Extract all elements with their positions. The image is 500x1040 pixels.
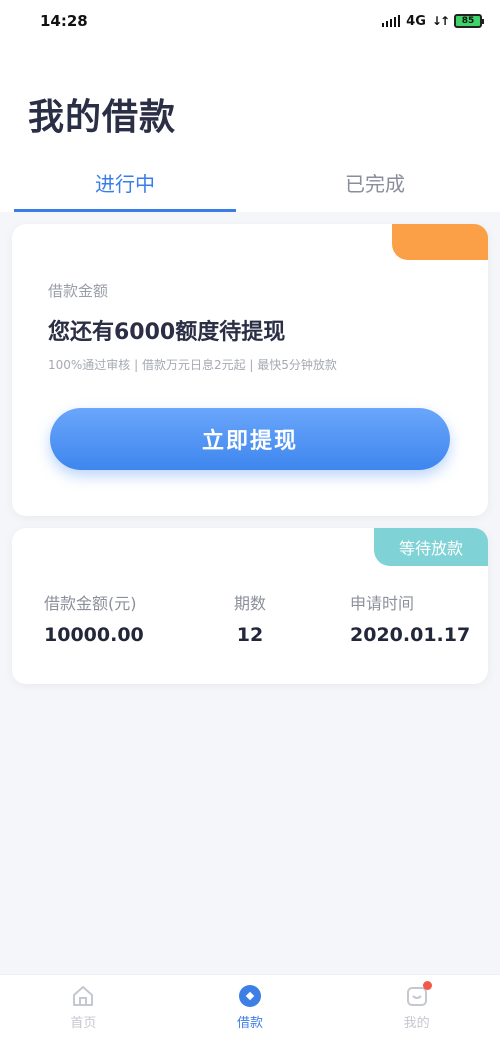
date-value: 2020.01.17 (350, 624, 471, 646)
corner-tag (392, 224, 488, 260)
battery-icon: 85 (454, 14, 484, 28)
loan-amount-label: 借款金额 (48, 282, 109, 300)
tab-completed[interactable]: 已完成 (250, 160, 500, 212)
battery-level: 85 (461, 16, 475, 26)
data-transfer-icon: ↓↑ (431, 14, 450, 28)
signal-icon (382, 15, 401, 27)
network-label: 4G (406, 13, 426, 29)
credit-headline: 您还有6000额度待提现 (48, 320, 286, 345)
nav-loan[interactable]: 借款 (167, 984, 334, 1031)
bottom-nav: 首页 借款 我的 (0, 974, 500, 1040)
amount-label: 借款金额(元) (44, 594, 137, 613)
header-area: 14:28 4G ↓↑ 85 我的借款 进行中 已完成 (0, 0, 500, 212)
notification-dot (422, 981, 432, 990)
page-title: 我的借款 (28, 97, 177, 138)
loan-record-card[interactable]: 等待放款 借款金额(元) 10000.00 期数 12 申请时间 2020.01… (12, 528, 488, 684)
nav-home[interactable]: 首页 (0, 984, 167, 1031)
nav-home-label: 首页 (70, 1016, 97, 1031)
status-time: 14:28 (40, 12, 88, 30)
periods-column: 期数 12 (234, 590, 266, 646)
amount-value: 10000.00 (44, 624, 144, 646)
home-icon (73, 986, 94, 1006)
periods-label: 期数 (234, 594, 267, 613)
status-badge: 等待放款 (374, 528, 488, 566)
withdraw-card: 借款金额 您还有6000额度待提现 100%通过审核 | 借款万元日息2元起 |… (12, 224, 488, 516)
status-bar: 14:28 4G ↓↑ 85 (0, 0, 500, 42)
loan-amount-column: 借款金额(元) 10000.00 (44, 590, 144, 646)
nav-mine[interactable]: 我的 (333, 981, 500, 1031)
date-column: 申请时间 2020.01.17 (350, 590, 470, 646)
credit-subtext: 100%通过审核 | 借款万元日息2元起 | 最快5分钟放款 (48, 358, 337, 372)
tab-bar: 进行中 已完成 (0, 160, 500, 212)
date-label: 申请时间 (350, 594, 415, 613)
status-indicators: 4G ↓↑ 85 (382, 13, 484, 29)
nav-loan-label: 借款 (237, 1016, 264, 1031)
periods-value: 12 (236, 624, 264, 646)
withdraw-now-button[interactable]: 立即提现 (50, 408, 450, 470)
loan-icon (239, 985, 261, 1007)
tab-in-progress[interactable]: 进行中 (0, 160, 250, 212)
nav-mine-label: 我的 (403, 1016, 430, 1031)
